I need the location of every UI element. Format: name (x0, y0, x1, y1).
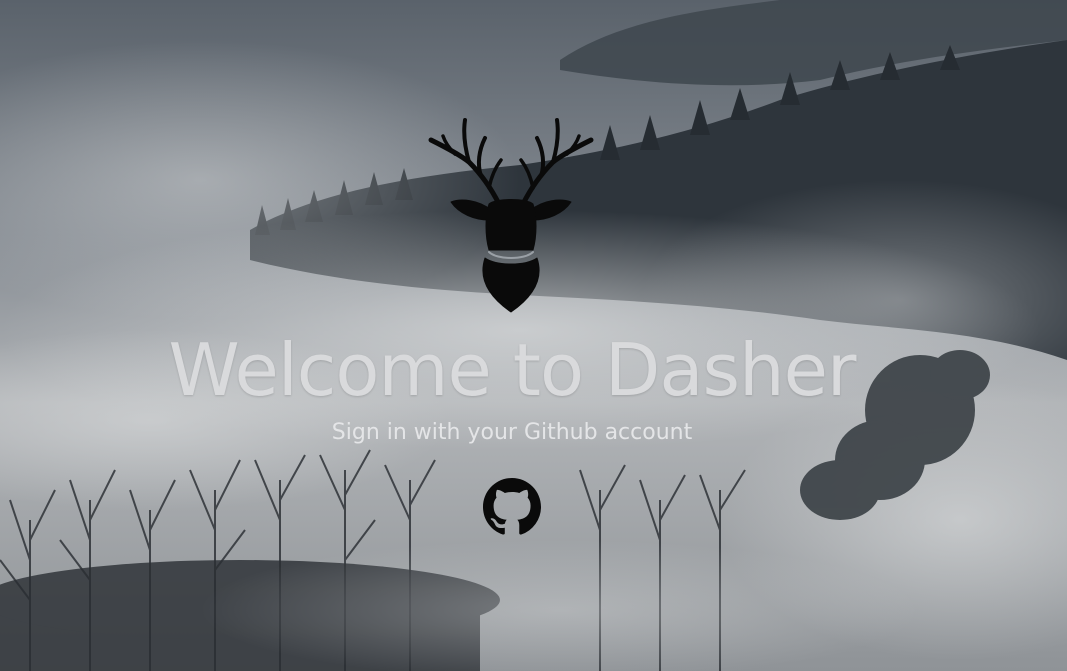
page-title: Welcome to Dasher (168, 328, 856, 412)
signin-subtitle: Sign in with your Github account (331, 420, 693, 445)
github-icon (483, 478, 541, 535)
github-signin-button[interactable] (483, 478, 541, 536)
login-content: Welcome to Dasher Sign in with your Gith… (0, 0, 1067, 671)
deer-head-icon (428, 118, 594, 313)
login-page: Welcome to Dasher Sign in with your Gith… (0, 0, 1067, 671)
